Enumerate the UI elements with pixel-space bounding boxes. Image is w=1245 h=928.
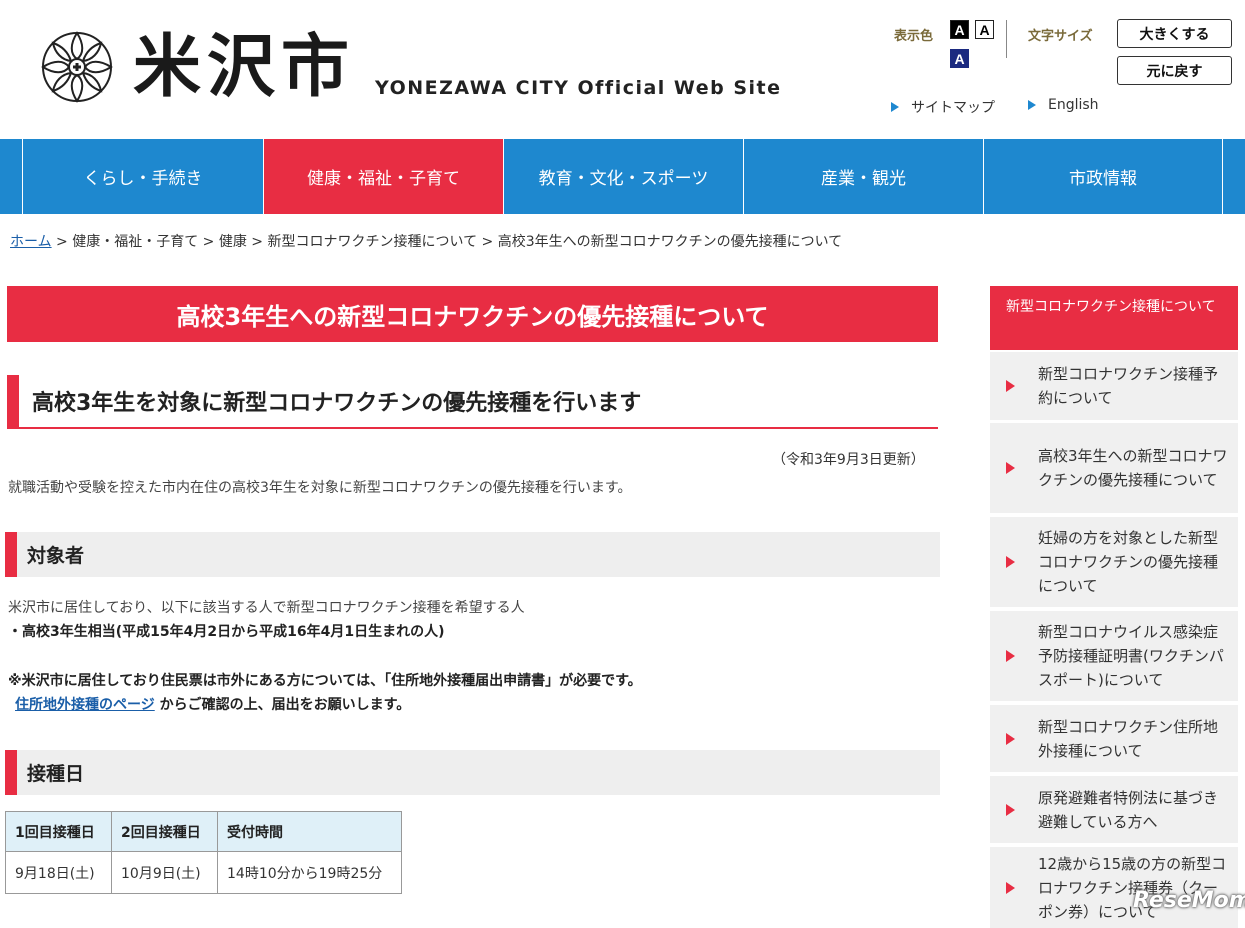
section-heading: 高校3年生を対象に新型コロナワクチンの優先接種を行います (7, 375, 938, 429)
enlarge-text-button[interactable]: 大きくする (1117, 19, 1232, 48)
date-heading: 接種日 (5, 750, 940, 795)
triangle-right-icon (1006, 803, 1015, 816)
sidebar-item-label: 新型コロナワクチン住所地外接種について (1038, 717, 1219, 760)
site-subtitle: YONEZAWA CITY Official Web Site (375, 77, 782, 99)
color-black-button[interactable]: A (950, 20, 969, 39)
update-date: （令和3年9月3日更新） (772, 452, 925, 468)
watermark-logo: ReseMom (1133, 888, 1245, 913)
reception-time: 14時10分から19時25分 (217, 851, 402, 894)
residence-note-line2: 住所地外接種のページ からご確認の上、届出をお願いします。 (15, 694, 410, 714)
triangle-right-icon (891, 102, 899, 112)
site-header: 米沢市 YONEZAWA CITY Official Web Site 表示色 … (0, 0, 1245, 139)
triangle-right-icon (1006, 380, 1015, 392)
breadcrumb: ホーム > 健康・福祉・子育て > 健康 > 新型コロナワクチン接種について >… (10, 231, 842, 251)
triangle-right-icon (1006, 556, 1015, 568)
font-size-label: 文字サイズ (1028, 29, 1093, 44)
page-title: 高校3年生への新型コロナワクチンの優先接種について (7, 286, 938, 342)
sidebar-item[interactable]: 原発避難者特例法に基づき避難している方へ (990, 776, 1238, 843)
sidebar-item[interactable]: 新型コロナウイルス感染症予防接種証明書(ワクチンパスポート)について (990, 611, 1238, 701)
reset-text-button[interactable]: 元に戻す (1117, 56, 1232, 85)
sidebar-item[interactable]: 高校3年生への新型コロナワクチンの優先接種について (990, 423, 1238, 513)
target-heading: 対象者 (5, 532, 940, 577)
nav-divider (1222, 139, 1223, 214)
schedule-table: 1回目接種日 2回目接種日 受付時間 9月18日(土) 10月9日(土) 14時… (5, 811, 402, 894)
sidebar-item-label: 高校3年生への新型コロナワクチンの優先接種について (1038, 447, 1228, 489)
residence-note-tail: からご確認の上、届出をお願いします。 (154, 697, 411, 713)
display-color-label: 表示色 (894, 29, 934, 44)
nav-item-city-info[interactable]: 市政情報 (983, 139, 1222, 214)
site-name[interactable]: 米沢市 (133, 28, 355, 108)
second-dose-date: 10月9日(土) (111, 851, 218, 894)
english-link[interactable]: English (1028, 97, 1099, 113)
sidebar-item[interactable]: 新型コロナワクチン接種予約について (990, 352, 1238, 420)
color-white-button[interactable]: A (975, 20, 994, 39)
target-text: 米沢市に居住しており、以下に該当する人で新型コロナワクチン接種を希望する人 (8, 600, 525, 616)
target-criteria: ・高校3年生相当(平成15年4月2日から平成16年4月1日生まれの人) (8, 624, 445, 640)
sitemap-link-label: サイトマップ (911, 100, 995, 116)
first-dose-date: 9月18日(土) (5, 851, 112, 894)
sidebar-item-label: 新型コロナウイルス感染症予防接種証明書(ワクチンパスポート)について (1038, 623, 1224, 689)
nav-item-health[interactable]: 健康・福祉・子育て (263, 139, 503, 214)
triangle-right-icon (1006, 650, 1015, 662)
sidebar-item-label: 妊婦の方を対象とした新型コロナワクチンの優先接種について (1038, 529, 1219, 595)
sitemap-link[interactable]: サイトマップ (891, 97, 995, 117)
table-header-row: 1回目接種日 2回目接種日 受付時間 (5, 811, 402, 852)
triangle-right-icon (1028, 100, 1036, 110)
sidebar-item[interactable]: 妊婦の方を対象とした新型コロナワクチンの優先接種について (990, 517, 1238, 607)
english-link-label: English (1048, 97, 1099, 113)
breadcrumb-home-link[interactable]: ホーム (10, 234, 52, 250)
city-emblem-icon[interactable] (40, 30, 114, 104)
table-row: 9月18日(土) 10月9日(土) 14時10分から19時25分 (5, 851, 402, 894)
sidebar-item-label: 新型コロナワクチン接種予約について (1038, 365, 1219, 407)
nav-item-living[interactable]: くらし・手続き (22, 139, 263, 214)
breadcrumb-trail: > 健康・福祉・子育て > 健康 > 新型コロナワクチン接種について > 高校3… (51, 234, 843, 250)
table-header-second-dose: 2回目接種日 (111, 811, 218, 852)
sidebar-item[interactable]: 新型コロナワクチン住所地外接種について (990, 705, 1238, 772)
nav-item-education[interactable]: 教育・文化・スポーツ (503, 139, 743, 214)
outside-vaccination-page-link[interactable]: 住所地外接種のページ (15, 697, 155, 713)
triangle-right-icon (1006, 732, 1015, 745)
intro-text: 就職活動や受験を控えた市内在住の高校3年生を対象に新型コロナワクチンの優先接種を… (8, 480, 632, 496)
sidebar-item-label: 原発避難者特例法に基づき避難している方へ (1038, 788, 1219, 831)
global-nav: くらし・手続き 健康・福祉・子育て 教育・文化・スポーツ 産業・観光 市政情報 (0, 139, 1245, 214)
triangle-right-icon (1006, 462, 1015, 474)
sidebar-heading[interactable]: 新型コロナワクチン接種について (990, 286, 1238, 350)
triangle-right-icon (1006, 881, 1015, 894)
tools-divider (1006, 20, 1007, 58)
residence-note: ※米沢市に居住しており住民票は市外にある方については、「住所地外接種届出申請書」… (8, 673, 642, 689)
table-header-first-dose: 1回目接種日 (5, 811, 112, 852)
color-blue-button[interactable]: A (950, 49, 969, 68)
nav-item-industry[interactable]: 産業・観光 (743, 139, 983, 214)
table-header-reception-time: 受付時間 (217, 811, 402, 852)
